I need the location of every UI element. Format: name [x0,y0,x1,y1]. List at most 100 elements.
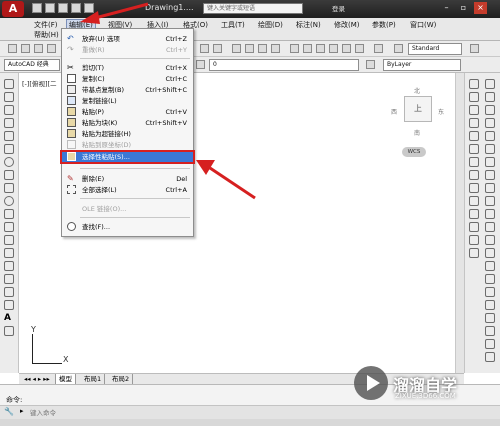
viewport-label[interactable]: [-][俯视][二 [22,78,57,88]
new-icon[interactable] [8,44,17,53]
erase-icon[interactable] [485,79,495,89]
tool-palette-icon[interactable] [316,44,325,53]
mtext-icon[interactable]: A [4,313,14,323]
fillet-icon[interactable] [485,261,495,271]
tab-layout1[interactable]: 布局1 [81,374,106,384]
offset-icon[interactable] [485,118,495,128]
snap-tangent-icon[interactable] [469,157,479,167]
menu-draw[interactable]: 绘图(D) [258,20,283,30]
markup-icon[interactable] [342,44,351,53]
open-icon[interactable] [45,3,55,13]
minimize-button[interactable]: – [440,2,453,14]
save-as-icon[interactable] [71,3,81,13]
menu-item-redo[interactable]: ↷ 重做(R) Ctrl+Y [62,45,193,55]
snap-quadrant-icon[interactable] [469,144,479,154]
tab-model[interactable]: 模型 [55,374,76,384]
scale-icon[interactable] [485,170,495,180]
zoom-previous-icon[interactable] [271,44,280,53]
menu-item-paste-orig[interactable]: 粘贴到原坐标(D) [62,140,193,150]
table-icon[interactable] [4,300,14,310]
snap-nearest-icon[interactable] [469,222,479,232]
rectangle-icon[interactable] [4,131,14,141]
snap-perpendicular-icon[interactable] [469,170,479,180]
revision-cloud-icon[interactable] [4,170,14,180]
restore-button[interactable]: ▫ [457,2,470,14]
make-block-icon[interactable] [4,235,14,245]
snap-intersection-icon[interactable] [469,118,479,128]
snap-center-icon[interactable] [469,131,479,141]
mirror-icon[interactable] [485,105,495,115]
chamfer-icon[interactable] [485,248,495,258]
copy-icon[interactable] [485,92,495,102]
insert-block-icon[interactable] [4,222,14,232]
calculator-icon[interactable] [355,44,364,53]
menu-item-find[interactable]: 查找(F)... [62,222,193,232]
menu-item-select-all[interactable]: 全部选择(L) Ctrl+A [62,185,193,195]
save-icon[interactable] [34,44,43,53]
menu-item-paste-special[interactable]: 选择性粘贴(S)... [60,150,195,164]
gradient-icon[interactable] [4,274,14,284]
ellipse-arc-icon[interactable] [4,209,14,219]
point-icon[interactable] [4,248,14,258]
zoom-window-icon[interactable] [258,44,267,53]
line-icon[interactable] [4,79,14,89]
workspace-select[interactable]: AutoCAD 经典 [4,59,60,71]
menu-window[interactable]: 窗口(W) [410,20,436,30]
dim-angular-icon[interactable] [485,326,495,336]
menu-item-cut[interactable]: ✂ 剪切(T) Ctrl+X [62,63,193,73]
dim-continue-icon[interactable] [485,352,495,362]
menu-item-erase[interactable]: ✎ 删除(E) Del [62,174,193,184]
menu-item-paste[interactable]: 粘贴(P) Ctrl+V [62,107,193,117]
circle-icon[interactable] [4,157,14,167]
snap-endpoint-icon[interactable] [469,92,479,102]
open-icon[interactable] [21,44,30,53]
menu-item-copy-link[interactable]: 复制链接(L) [62,96,193,106]
snap-node-icon[interactable] [469,209,479,219]
stretch-icon[interactable] [485,183,495,193]
snap-parallel-icon[interactable] [469,183,479,193]
join-icon[interactable] [485,235,495,245]
login-link[interactable]: 登录 [332,3,345,13]
menu-dimension[interactable]: 标注(N) [296,20,321,30]
explode-icon[interactable] [485,274,495,284]
menu-parametric[interactable]: 参数(P) [372,20,396,30]
help-icon[interactable] [374,44,383,53]
menu-item-paste-block[interactable]: 粘贴为块(K) Ctrl+Shift+V [62,118,193,128]
design-center-icon[interactable] [303,44,312,53]
command-input[interactable]: 键入命令 [30,407,56,417]
properties-icon[interactable] [290,44,299,53]
dim-radius-icon[interactable] [485,313,495,323]
menu-item-paste-hyperlink[interactable]: 粘贴为超链接(H) [62,129,193,139]
menu-item-undo[interactable]: ↶ 放弃(U) 选项 Ctrl+Z [62,34,193,44]
brush-icon[interactable] [213,44,222,53]
snap-settings-icon[interactable] [469,248,479,258]
snap-insert-icon[interactable] [469,196,479,206]
print-icon[interactable] [84,3,94,13]
new-icon[interactable] [32,3,42,13]
menu-item-copy[interactable]: 复制(C) Ctrl+C [62,74,193,84]
menu-modify[interactable]: 修改(M) [334,20,360,30]
snap-none-icon[interactable] [469,235,479,245]
pan-icon[interactable] [232,44,241,53]
polyline-icon[interactable] [4,105,14,115]
region-icon[interactable] [4,287,14,297]
text-style-select[interactable]: Standard [408,43,462,55]
polygon-icon[interactable] [4,118,14,128]
menu-item-copy-base[interactable]: 带基点复制(B) Ctrl+Shift+C [62,85,193,95]
vertical-scrollbar[interactable] [455,73,464,373]
dim-aligned-icon[interactable] [485,300,495,310]
trim-icon[interactable] [485,196,495,206]
sheet-set-icon[interactable] [329,44,338,53]
text-style-icon[interactable] [394,44,403,53]
ellipse-icon[interactable] [4,196,14,206]
menu-help[interactable]: 帮助(H) [34,30,59,40]
menu-file[interactable]: 文件(F) [34,20,58,30]
menu-tools[interactable]: 工具(T) [221,20,245,30]
extend-icon[interactable] [485,209,495,219]
layer-select[interactable]: 0 [209,59,359,71]
close-button[interactable]: × [474,2,487,14]
tab-nav-arrows[interactable]: ◂◂ ◂ ▸ ▸▸ [21,374,53,384]
color-select[interactable]: ByLayer [383,59,461,71]
rotate-icon[interactable] [485,157,495,167]
tab-layout2[interactable]: 布局2 [109,374,134,384]
